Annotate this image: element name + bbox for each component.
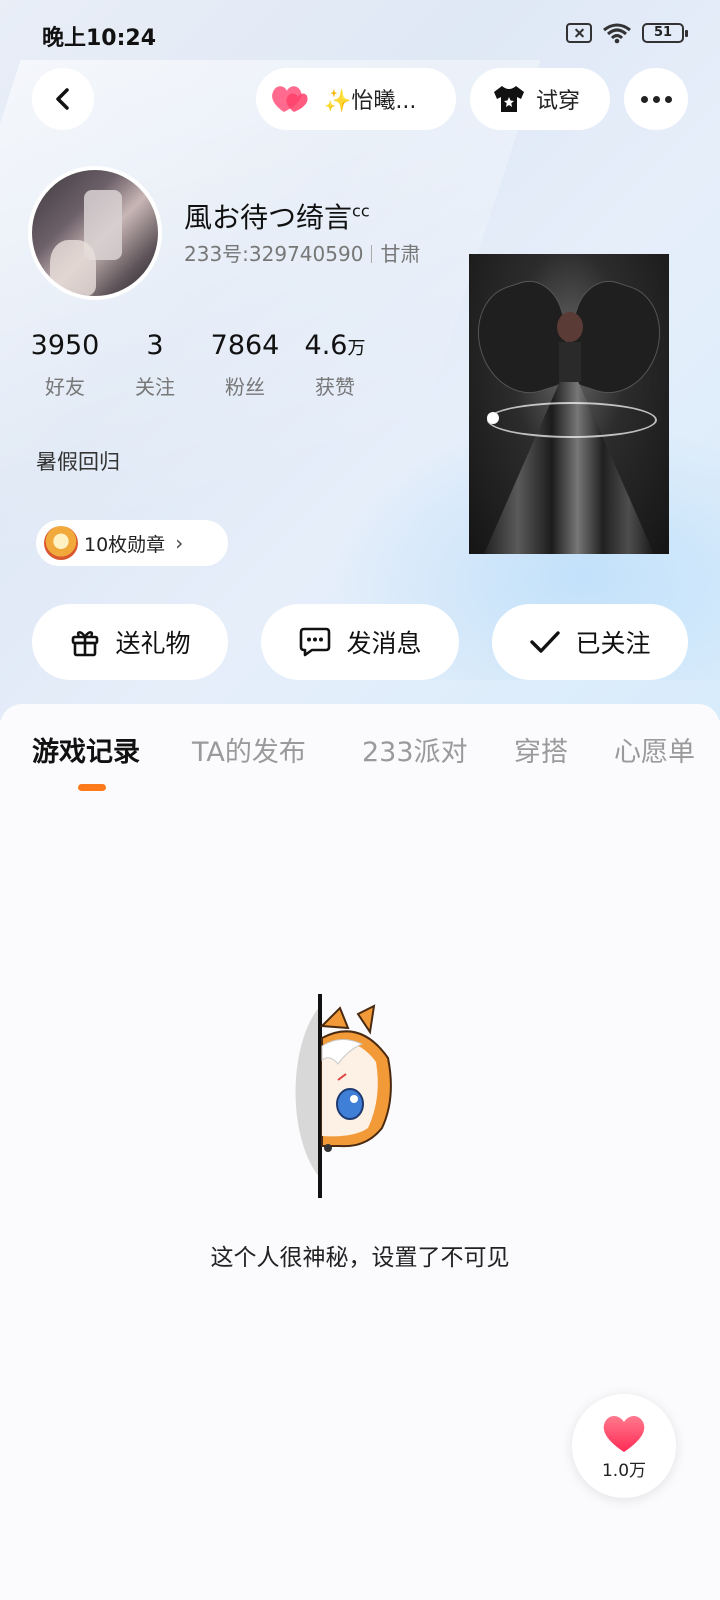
tab-posts[interactable]: TA的发布	[192, 730, 306, 769]
medals-label: 10枚勋章	[84, 533, 166, 556]
more-button[interactable]	[624, 68, 688, 130]
peeking-character-illustration	[295, 994, 392, 1198]
send-gift-button[interactable]: 送礼物	[32, 604, 228, 680]
wifi-icon	[603, 23, 631, 44]
avatar[interactable]	[28, 166, 162, 300]
heart-icon	[603, 1415, 645, 1452]
medals-button[interactable]: 10枚勋章 ›	[36, 520, 228, 566]
like-button[interactable]: 1.0万	[572, 1394, 676, 1498]
status-bar: 晚上10:24 51	[0, 0, 720, 70]
following-label: 已关注	[575, 629, 651, 658]
more-icon	[640, 95, 648, 103]
partner-button[interactable]: ✨怡曦...	[256, 68, 456, 130]
send-gift-label: 送礼物	[115, 629, 191, 658]
back-arrow-icon	[56, 88, 69, 110]
stat-likes[interactable]: 4.6万 获赞	[290, 330, 380, 400]
chevron-right-icon: ›	[175, 531, 184, 555]
gift-icon	[72, 631, 99, 657]
no-sim-icon	[566, 23, 592, 43]
tab-wishlist[interactable]: 心愿单	[614, 730, 695, 769]
profile-tabs: 游戏记录 TA的发布 233派对 穿搭 心愿单	[0, 730, 720, 786]
send-message-button[interactable]: 发消息	[261, 604, 459, 680]
try-on-button[interactable]: 试穿	[470, 68, 610, 130]
heart-icon	[272, 86, 308, 112]
stats-row: 3950 好友 3 关注 7864 粉丝 4.6万 获赞	[20, 330, 380, 400]
like-count: 1.0万	[601, 1460, 647, 1481]
try-on-label: 试穿	[536, 89, 581, 114]
character-avatar-image[interactable]	[469, 254, 669, 554]
status-time: 晚上10:24	[42, 26, 157, 51]
tab-party[interactable]: 233派对	[362, 730, 468, 769]
following-button[interactable]: 已关注	[492, 604, 688, 680]
tshirt-icon	[494, 86, 524, 112]
active-tab-indicator	[78, 784, 106, 791]
stat-fans[interactable]: 7864 粉丝	[200, 330, 290, 400]
stat-friends[interactable]: 3950 好友	[20, 330, 110, 400]
user-location: 甘肃	[380, 242, 421, 266]
tab-outfits[interactable]: 穿搭	[514, 730, 568, 769]
user-id: 233号:329740590	[184, 242, 364, 266]
content-panel: 游戏记录 TA的发布 233派对 穿搭 心愿单 这个人很神秘，设置了不可见 1.…	[0, 704, 720, 1600]
medal-icon	[44, 526, 78, 560]
status-icons: 51	[566, 22, 688, 44]
send-message-label: 发消息	[346, 629, 422, 658]
bio-text: 暑假回归	[36, 450, 120, 474]
back-button[interactable]	[32, 68, 94, 130]
user-id-line: 233号:329740590 甘肃	[184, 238, 420, 267]
partner-label: ✨怡曦...	[324, 89, 417, 114]
stat-following[interactable]: 3 关注	[110, 330, 200, 400]
battery-icon: 51	[642, 23, 688, 43]
empty-state-text: 这个人很神秘，设置了不可见	[210, 1245, 510, 1271]
check-icon	[530, 631, 561, 653]
chat-bubble-icon	[300, 627, 331, 657]
tab-game-records[interactable]: 游戏记录	[32, 730, 140, 769]
username: 風お待つ绮言cc	[184, 201, 370, 234]
